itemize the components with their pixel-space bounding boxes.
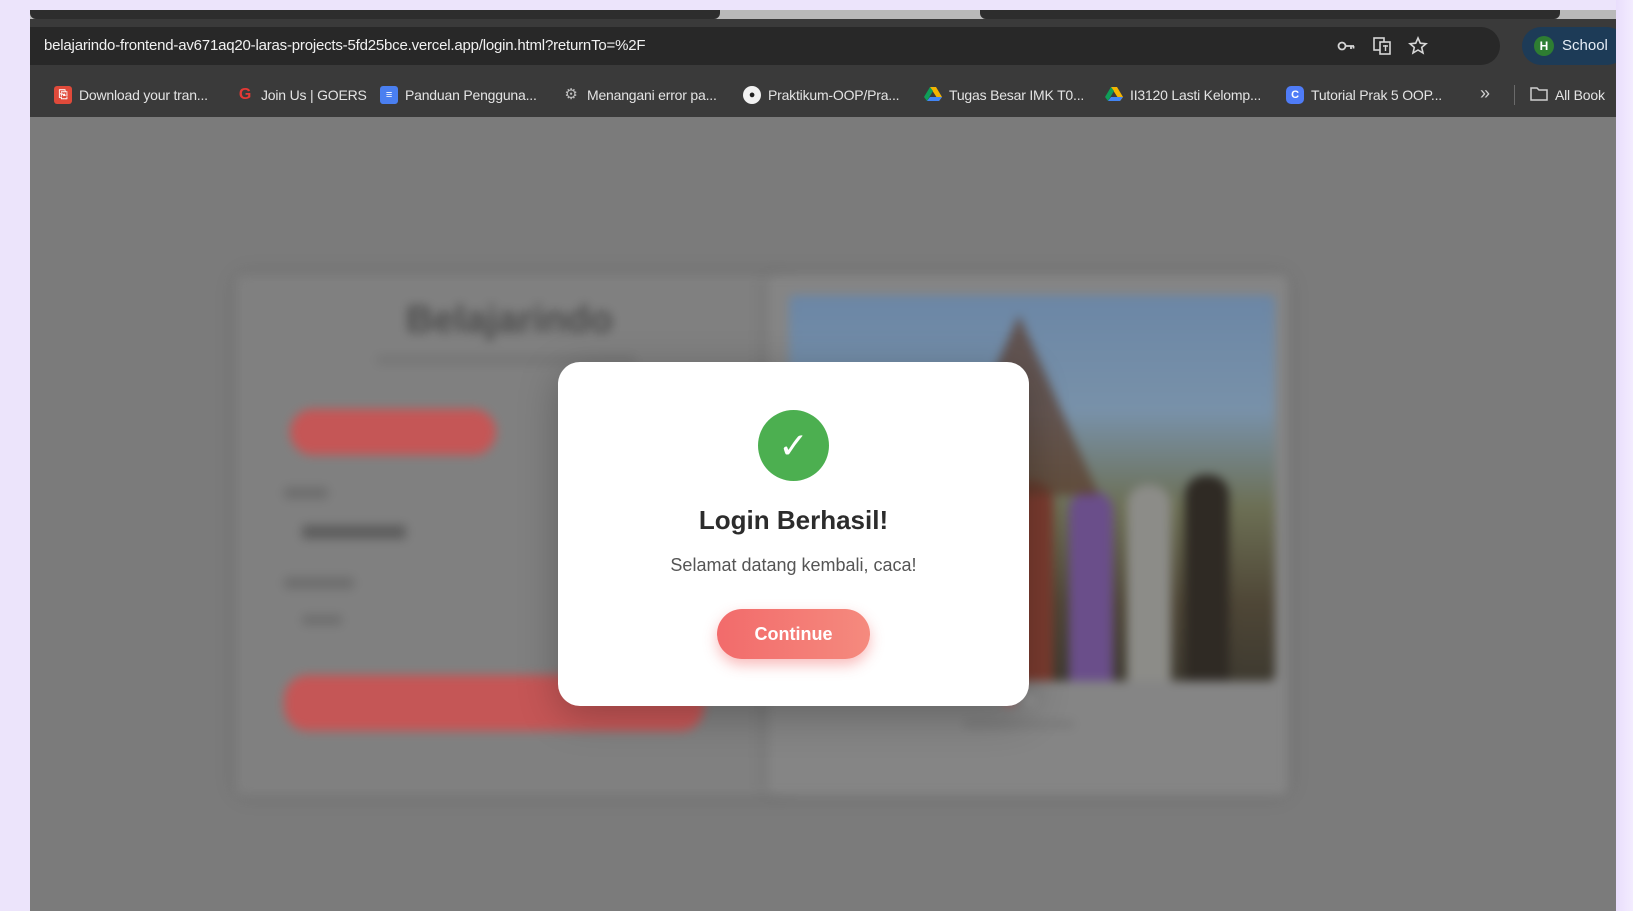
browser-toolbar: belajarindo-frontend-av671aq20-laras-pro… xyxy=(30,19,1616,73)
bookmark-label: Download your tran... xyxy=(79,87,208,103)
person-figure xyxy=(1127,485,1171,681)
translate-icon[interactable] xyxy=(1372,36,1392,56)
bookmark-item[interactable]: ⚙ Menangani error pa... xyxy=(562,86,717,104)
tab-strip xyxy=(30,10,1616,19)
url-text[interactable]: belajarindo-frontend-av671aq20-laras-pro… xyxy=(44,37,646,54)
bookmark-item[interactable]: Tugas Besar IMK T0... xyxy=(924,86,1084,104)
email-label xyxy=(284,487,328,499)
divider xyxy=(1514,85,1515,105)
bookmark-item[interactable]: ≡ Panduan Pengguna... xyxy=(380,86,537,104)
docs-icon: ≡ xyxy=(380,86,398,104)
bookmark-star-icon[interactable] xyxy=(1408,36,1428,56)
email-field[interactable] xyxy=(302,525,406,539)
check-icon: ✓ xyxy=(758,410,829,481)
bookmark-item[interactable]: C Tutorial Prak 5 OOP... xyxy=(1286,86,1442,104)
profile-label: School xyxy=(1562,37,1608,54)
carousel-caption xyxy=(964,720,1074,728)
browser-tab[interactable] xyxy=(980,10,1560,19)
bookmark-item[interactable]: ● Praktikum-OOP/Pra... xyxy=(743,86,900,104)
modal-message: Selamat datang kembali, caca! xyxy=(670,555,917,575)
success-modal: ✓ Login Berhasil! Selamat datang kembali… xyxy=(558,362,1029,706)
bookmark-label: Tugas Besar IMK T0... xyxy=(949,87,1085,103)
modal-title: Login Berhasil! xyxy=(698,505,889,535)
bookmark-label: Panduan Pengguna... xyxy=(405,87,537,103)
person-figure xyxy=(1185,475,1229,681)
chevron-double-right-icon[interactable]: » xyxy=(1480,83,1490,104)
pdf-icon: ⎘ xyxy=(54,86,72,104)
address-bar[interactable]: belajarindo-frontend-av671aq20-laras-pro… xyxy=(30,27,1500,65)
tab-login[interactable] xyxy=(290,409,496,455)
drive-icon xyxy=(924,86,942,104)
drive-icon xyxy=(1105,86,1123,104)
carousel-dot[interactable] xyxy=(1024,695,1034,705)
profile-button[interactable]: H School xyxy=(1522,27,1616,65)
gear-icon: ⚙ xyxy=(564,86,578,103)
password-key-icon[interactable] xyxy=(1336,36,1356,56)
bookmark-label: Menangani error pa... xyxy=(587,87,717,103)
bookmark-label: Tutorial Prak 5 OOP... xyxy=(1311,87,1442,103)
password-field[interactable] xyxy=(302,615,342,625)
avatar: H xyxy=(1534,36,1554,56)
bookmark-label: All Book xyxy=(1555,87,1605,103)
bookmark-label: Join Us | GOERS xyxy=(261,87,367,103)
bookmark-label: II3120 Lasti Kelomp... xyxy=(1130,87,1262,103)
bookmarks-bar: ⎘ Download your tran... G Join Us | GOER… xyxy=(30,73,1616,117)
browser-tab[interactable] xyxy=(30,10,720,19)
bookmark-label: Praktikum-OOP/Pra... xyxy=(768,87,900,103)
browser-window: belajarindo-frontend-av671aq20-laras-pro… xyxy=(30,10,1616,911)
person-figure xyxy=(1069,491,1113,681)
canva-icon: C xyxy=(1286,86,1304,104)
goers-icon: G xyxy=(238,86,252,103)
bookmark-item[interactable]: ⎘ Download your tran... xyxy=(54,86,208,104)
bookmark-item[interactable]: G Join Us | GOERS xyxy=(236,86,367,104)
background-edge xyxy=(1616,0,1633,911)
github-icon: ● xyxy=(743,86,761,104)
all-bookmarks-button[interactable]: All Book xyxy=(1530,86,1605,104)
password-label xyxy=(284,577,354,589)
bookmark-item[interactable]: II3120 Lasti Kelomp... xyxy=(1105,86,1261,104)
brand-title: Belajarindo xyxy=(406,299,613,341)
continue-button[interactable]: Continue xyxy=(717,609,870,659)
folder-icon xyxy=(1530,86,1548,104)
